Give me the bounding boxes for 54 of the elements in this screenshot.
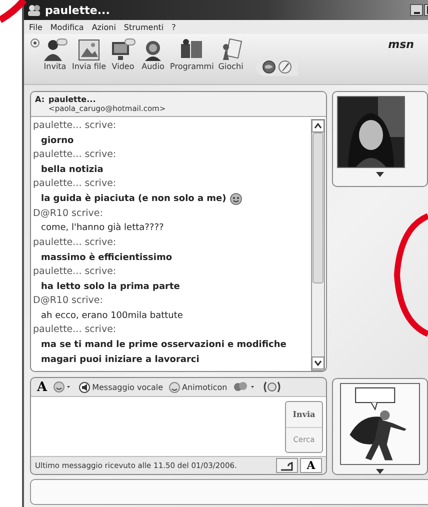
sender-line: paulette... scrive: bbox=[33, 119, 118, 133]
contact-name: paulette... bbox=[48, 95, 97, 104]
handwriting-tab[interactable] bbox=[276, 458, 298, 473]
handwriting-icon bbox=[280, 460, 294, 472]
message-text: magari puoi iniziare a lavorarci bbox=[41, 354, 200, 365]
send-button[interactable]: Invia bbox=[286, 402, 322, 428]
speaker-icon bbox=[79, 382, 90, 393]
sender-line: paulette... scrive: bbox=[33, 264, 118, 279]
dropdown-arrow-icon[interactable] bbox=[376, 172, 384, 177]
menu-item[interactable]: File bbox=[29, 22, 42, 32]
picture-file-icon bbox=[76, 38, 102, 62]
logo: msn bbox=[388, 38, 414, 51]
sender-line: D@R10 scrive: bbox=[33, 206, 104, 221]
toolbar-button[interactable]: Programmi bbox=[168, 38, 216, 71]
smiley-icon bbox=[169, 382, 180, 393]
message-text: massimo è efficientissimo bbox=[41, 252, 172, 263]
menu-item[interactable]: Azioni bbox=[92, 22, 116, 32]
menu-item[interactable]: ? bbox=[172, 22, 176, 32]
menu-dot-icon[interactable] bbox=[30, 38, 40, 48]
voice-clip-button[interactable]: Messaggio vocale bbox=[79, 382, 164, 393]
monitor-icon bbox=[110, 38, 136, 62]
message-text: ha letto solo la prima parte bbox=[41, 282, 180, 292]
toolbar-button[interactable]: Invia file bbox=[70, 38, 108, 71]
dropdown-arrow-icon[interactable] bbox=[376, 469, 384, 474]
minimize-button[interactable] bbox=[410, 4, 423, 16]
toolbar-button[interactable]: Giochi bbox=[216, 38, 246, 71]
message-text: come, l'hanno già letta???? bbox=[41, 223, 164, 234]
font-button[interactable]: A bbox=[37, 380, 48, 395]
window-title: paulette... bbox=[45, 4, 111, 16]
scrollbar[interactable] bbox=[311, 119, 325, 371]
sender-line: paulette... scrive: bbox=[33, 177, 118, 192]
pen-icon[interactable] bbox=[278, 60, 292, 74]
sender-line: paulette... scrive: bbox=[33, 236, 118, 250]
to-label: A: bbox=[35, 95, 45, 106]
sender-line: paulette... scrive: bbox=[33, 323, 118, 338]
menu-item[interactable]: Strumenti bbox=[124, 22, 164, 32]
message-text: bella notizia bbox=[41, 165, 104, 176]
sender-line: paulette... scrive: bbox=[33, 148, 118, 162]
toolbar-button[interactable]: Video bbox=[108, 38, 138, 71]
message-text: ma se ti mand le prime osservazioni e modifiche bbox=[41, 340, 286, 350]
sender-line: D@R10 scrive: bbox=[33, 294, 104, 308]
message-text: giorno bbox=[41, 136, 74, 146]
nudge-icon[interactable] bbox=[263, 381, 282, 394]
menu-item[interactable]: Modifica bbox=[50, 22, 84, 32]
animoticon-button[interactable]: Animoticon bbox=[169, 382, 228, 393]
toolbar-button[interactable]: Audio bbox=[138, 38, 168, 71]
message-text: ah ecco, erano 100mila battute bbox=[41, 311, 183, 322]
text-tab[interactable]: A bbox=[300, 458, 322, 473]
people-icon bbox=[27, 4, 41, 16]
person-icon bbox=[42, 38, 68, 62]
annotation-stroke bbox=[0, 0, 27, 24]
globe-icon[interactable] bbox=[262, 60, 276, 74]
toolbar-button[interactable]: Invita bbox=[40, 38, 70, 71]
message-text: la guida è piaciuta (e non solo a me) bbox=[41, 194, 226, 204]
